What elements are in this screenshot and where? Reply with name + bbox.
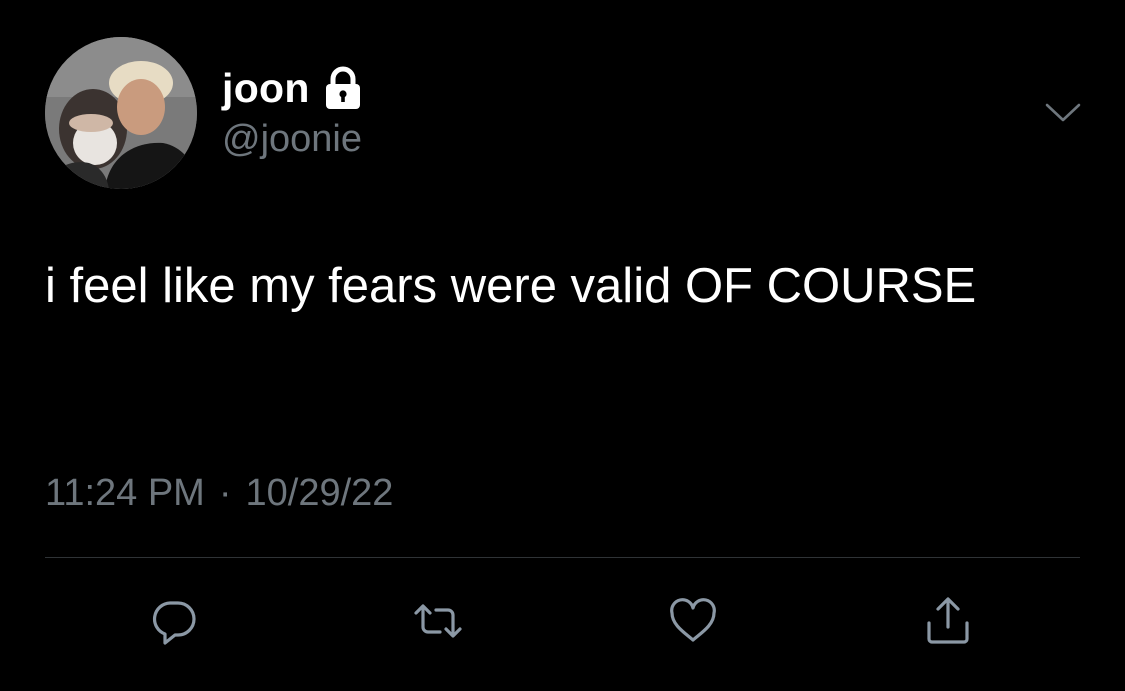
like-button[interactable] [665, 593, 721, 649]
display-name[interactable]: joon [222, 65, 310, 112]
share-icon [927, 597, 969, 644]
tweet-text: i feel like my fears were valid OF COURS… [45, 259, 977, 313]
tweet-timestamp[interactable]: 11:24 PM · 10/29/22 [45, 472, 393, 515]
divider [45, 557, 1080, 558]
tweet-card: joon @joonie i feel like my fears were v… [0, 0, 1125, 691]
author-handle[interactable]: @joonie [222, 118, 362, 161]
timestamp-separator: · [218, 472, 232, 514]
reply-icon [152, 601, 196, 645]
avatar[interactable] [45, 37, 197, 189]
tweet-time: 11:24 PM [45, 472, 205, 514]
display-name-row: joon [222, 60, 364, 116]
more-options-chevron-down-icon[interactable] [1043, 100, 1083, 126]
tweet-date: 10/29/22 [245, 472, 394, 514]
lock-icon [322, 65, 364, 111]
like-icon [670, 598, 716, 642]
reply-button[interactable] [146, 593, 202, 649]
retweet-button[interactable] [410, 593, 466, 649]
retweet-icon [414, 604, 462, 638]
avatar-image [45, 37, 197, 189]
share-button[interactable] [920, 593, 976, 649]
